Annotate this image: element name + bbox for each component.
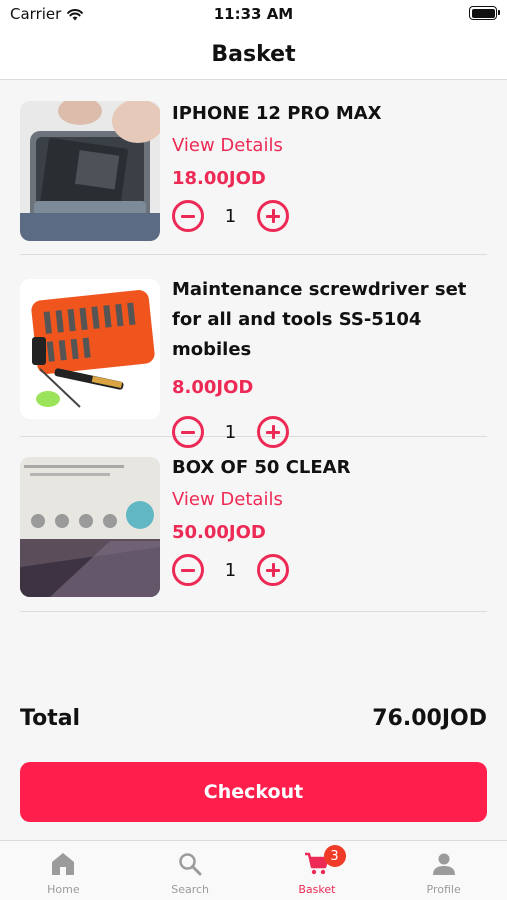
quantity-value: 1 [224, 559, 237, 581]
battery-icon [469, 6, 500, 20]
tab-bar: Home Search 3 Basket Profile [0, 840, 507, 900]
increase-button[interactable] [257, 554, 289, 586]
product-price: 18.00JOD [172, 168, 266, 189]
phone-battery-image [20, 101, 160, 241]
product-name: Maintenance screwdriver set for all and … [172, 279, 467, 360]
total-value: 76.00JOD [372, 705, 487, 731]
quantity-stepper: 1 [172, 554, 487, 586]
basket-item: BOX OF 50 CLEAR View Details 50.00JOD 1 [20, 437, 487, 612]
basket-item: Maintenance screwdriver set for all and … [20, 255, 487, 448]
tab-home[interactable]: Home [0, 841, 127, 900]
nav-bar: Basket [0, 30, 507, 80]
screen-protector-box-image [20, 457, 160, 597]
checkout-button[interactable]: Checkout [20, 762, 487, 822]
tab-label: Profile [426, 883, 461, 896]
tab-profile[interactable]: Profile [380, 841, 507, 900]
quantity-stepper: 1 [172, 200, 487, 232]
tab-label: Search [171, 883, 210, 896]
tab-search[interactable]: Search [127, 841, 254, 900]
status-time: 11:33 AM [213, 5, 294, 23]
search-icon [179, 853, 202, 876]
screwdriver-set-image [20, 279, 160, 419]
product-name: BOX OF 50 CLEAR [172, 457, 351, 478]
status-bar: Carrier 11:33 AM [0, 0, 507, 30]
product-image[interactable] [20, 457, 160, 597]
page-title: Basket [211, 42, 296, 67]
total-row: Total 76.00JOD [20, 702, 487, 734]
cart-count-badge: 3 [323, 845, 346, 867]
decrease-button[interactable] [172, 200, 204, 232]
tab-basket[interactable]: 3 Basket [254, 841, 381, 900]
minus-icon [181, 430, 195, 434]
view-details-link[interactable]: View Details [172, 485, 487, 515]
tab-label: Home [47, 883, 80, 896]
minus-icon [181, 568, 195, 572]
product-name: IPHONE 12 PRO MAX [172, 103, 382, 124]
home-icon [52, 853, 75, 875]
product-image[interactable] [20, 101, 160, 241]
minus-icon [181, 214, 195, 218]
view-details-link[interactable]: View Details [172, 131, 487, 161]
decrease-button[interactable] [172, 554, 204, 586]
product-price: 50.00JOD [172, 522, 266, 543]
basket-item: IPHONE 12 PRO MAX View Details 18.00JOD … [20, 99, 487, 255]
product-price: 8.00JOD [172, 377, 254, 398]
product-image[interactable] [20, 279, 160, 419]
profile-icon [432, 853, 455, 875]
quantity-value: 1 [224, 205, 237, 227]
total-label: Total [20, 705, 81, 731]
tab-label: Basket [298, 883, 336, 896]
increase-button[interactable] [257, 200, 289, 232]
